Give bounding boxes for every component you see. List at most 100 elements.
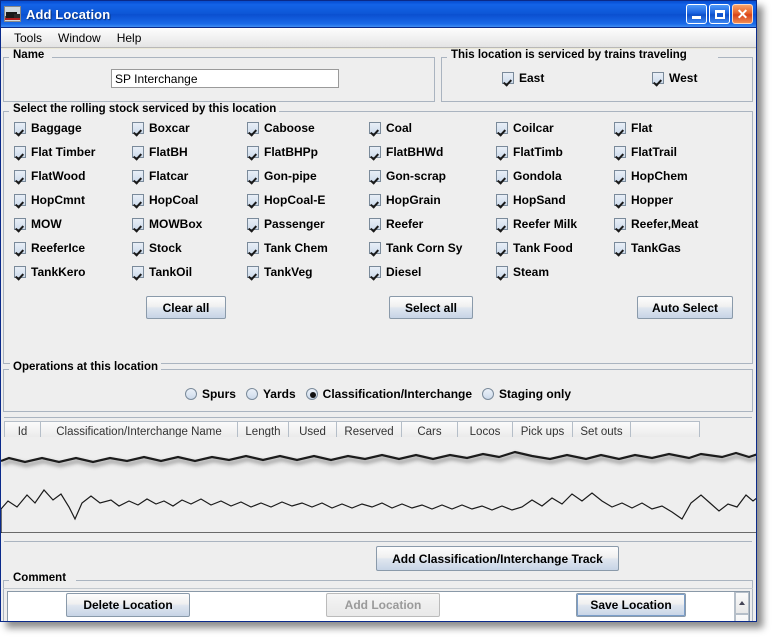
checkbox-flat[interactable]: Flat [614, 121, 652, 135]
checkbox-hopchem[interactable]: HopChem [614, 169, 688, 183]
checkbox-flattimb[interactable]: FlatTimb [496, 145, 563, 159]
checkbox-box[interactable] [132, 242, 144, 254]
minimize-button[interactable] [686, 4, 707, 24]
radio-box[interactable] [246, 388, 258, 400]
checkbox-box[interactable] [247, 218, 259, 230]
checkbox-flatbh[interactable]: FlatBH [132, 145, 188, 159]
checkbox-box[interactable] [496, 146, 508, 158]
checkbox-flatwood[interactable]: FlatWood [14, 169, 85, 183]
checkbox-east-box[interactable] [502, 72, 514, 84]
checkbox-box[interactable] [14, 194, 26, 206]
checkbox-box[interactable] [132, 146, 144, 158]
radio-box[interactable] [482, 388, 494, 400]
checkbox-gondola[interactable]: Gondola [496, 169, 562, 183]
checkbox-box[interactable] [369, 146, 381, 158]
checkbox-caboose[interactable]: Caboose [247, 121, 315, 135]
checkbox-hopsand[interactable]: HopSand [496, 193, 566, 207]
checkbox-east[interactable]: East [502, 71, 544, 85]
checkbox-west[interactable]: West [652, 71, 697, 85]
checkbox-mow[interactable]: MOW [14, 217, 62, 231]
checkbox-gon-scrap[interactable]: Gon-scrap [369, 169, 446, 183]
maximize-button[interactable] [709, 4, 730, 24]
checkbox-box[interactable] [614, 218, 626, 230]
checkbox-box[interactable] [132, 170, 144, 182]
checkbox-box[interactable] [496, 266, 508, 278]
checkbox-steam[interactable]: Steam [496, 265, 549, 279]
checkbox-reeferice[interactable]: ReeferIce [14, 241, 85, 255]
checkbox-box[interactable] [247, 194, 259, 206]
checkbox-tank-food[interactable]: Tank Food [496, 241, 573, 255]
radio-classification-interchange[interactable]: Classification/Interchange [306, 387, 472, 401]
checkbox-box[interactable] [496, 170, 508, 182]
checkbox-box[interactable] [14, 242, 26, 254]
checkbox-box[interactable] [132, 194, 144, 206]
checkbox-tank-chem[interactable]: Tank Chem [247, 241, 328, 255]
checkbox-box[interactable] [369, 266, 381, 278]
checkbox-box[interactable] [247, 170, 259, 182]
menu-help[interactable]: Help [109, 30, 150, 46]
checkbox-box[interactable] [614, 122, 626, 134]
checkbox-flatbhwd[interactable]: FlatBHWd [369, 145, 443, 159]
checkbox-flatcar[interactable]: Flatcar [132, 169, 188, 183]
checkbox-box[interactable] [247, 242, 259, 254]
checkbox-tank-corn-sy[interactable]: Tank Corn Sy [369, 241, 462, 255]
checkbox-box[interactable] [496, 218, 508, 230]
checkbox-hopgrain[interactable]: HopGrain [369, 193, 441, 207]
checkbox-flatbhpp[interactable]: FlatBHPp [247, 145, 318, 159]
checkbox-box[interactable] [14, 266, 26, 278]
checkbox-box[interactable] [132, 122, 144, 134]
checkbox-box[interactable] [14, 146, 26, 158]
checkbox-hopper[interactable]: Hopper [614, 193, 673, 207]
add-track-button[interactable]: Add Classification/Interchange Track [376, 546, 619, 571]
checkbox-box[interactable] [247, 122, 259, 134]
checkbox-passenger[interactable]: Passenger [247, 217, 325, 231]
radio-yards[interactable]: Yards [246, 387, 296, 401]
checkbox-reefer[interactable]: Reefer [369, 217, 423, 231]
auto-select-button[interactable]: Auto Select [637, 296, 733, 319]
checkbox-box[interactable] [369, 122, 381, 134]
save-location-button[interactable]: Save Location [576, 593, 686, 617]
checkbox-box[interactable] [14, 122, 26, 134]
checkbox-baggage[interactable]: Baggage [14, 121, 82, 135]
select-all-button[interactable]: Select all [389, 296, 473, 319]
checkbox-coal[interactable]: Coal [369, 121, 412, 135]
checkbox-box[interactable] [614, 170, 626, 182]
checkbox-flat-timber[interactable]: Flat Timber [14, 145, 95, 159]
close-icon[interactable]: ✕ [732, 4, 753, 24]
delete-location-button[interactable]: Delete Location [66, 593, 190, 617]
checkbox-hopcmnt[interactable]: HopCmnt [14, 193, 85, 207]
radio-box[interactable] [185, 388, 197, 400]
checkbox-box[interactable] [132, 218, 144, 230]
checkbox-box[interactable] [369, 218, 381, 230]
checkbox-hopcoal-e[interactable]: HopCoal-E [247, 193, 325, 207]
menu-window[interactable]: Window [50, 30, 109, 46]
checkbox-box[interactable] [247, 146, 259, 158]
checkbox-box[interactable] [614, 146, 626, 158]
checkbox-box[interactable] [496, 122, 508, 134]
checkbox-box[interactable] [614, 242, 626, 254]
checkbox-box[interactable] [369, 194, 381, 206]
checkbox-tankgas[interactable]: TankGas [614, 241, 681, 255]
checkbox-reefer-milk[interactable]: Reefer Milk [496, 217, 577, 231]
checkbox-box[interactable] [614, 194, 626, 206]
checkbox-box[interactable] [247, 266, 259, 278]
location-name-input[interactable] [111, 69, 339, 88]
checkbox-reefer-meat[interactable]: Reefer,Meat [614, 217, 698, 231]
radio-staging-only[interactable]: Staging only [482, 387, 571, 401]
radio-spurs[interactable]: Spurs [185, 387, 236, 401]
radio-box[interactable] [306, 388, 318, 400]
checkbox-tankveg[interactable]: TankVeg [247, 265, 312, 279]
checkbox-box[interactable] [496, 242, 508, 254]
checkbox-diesel[interactable]: Diesel [369, 265, 421, 279]
checkbox-gon-pipe[interactable]: Gon-pipe [247, 169, 317, 183]
checkbox-tankkero[interactable]: TankKero [14, 265, 85, 279]
checkbox-boxcar[interactable]: Boxcar [132, 121, 190, 135]
checkbox-flattrail[interactable]: FlatTrail [614, 145, 677, 159]
clear-all-button[interactable]: Clear all [146, 296, 226, 319]
checkbox-box[interactable] [132, 266, 144, 278]
checkbox-box[interactable] [369, 242, 381, 254]
checkbox-stock[interactable]: Stock [132, 241, 182, 255]
checkbox-coilcar[interactable]: Coilcar [496, 121, 554, 135]
menu-tools[interactable]: Tools [6, 30, 50, 46]
checkbox-box[interactable] [14, 218, 26, 230]
